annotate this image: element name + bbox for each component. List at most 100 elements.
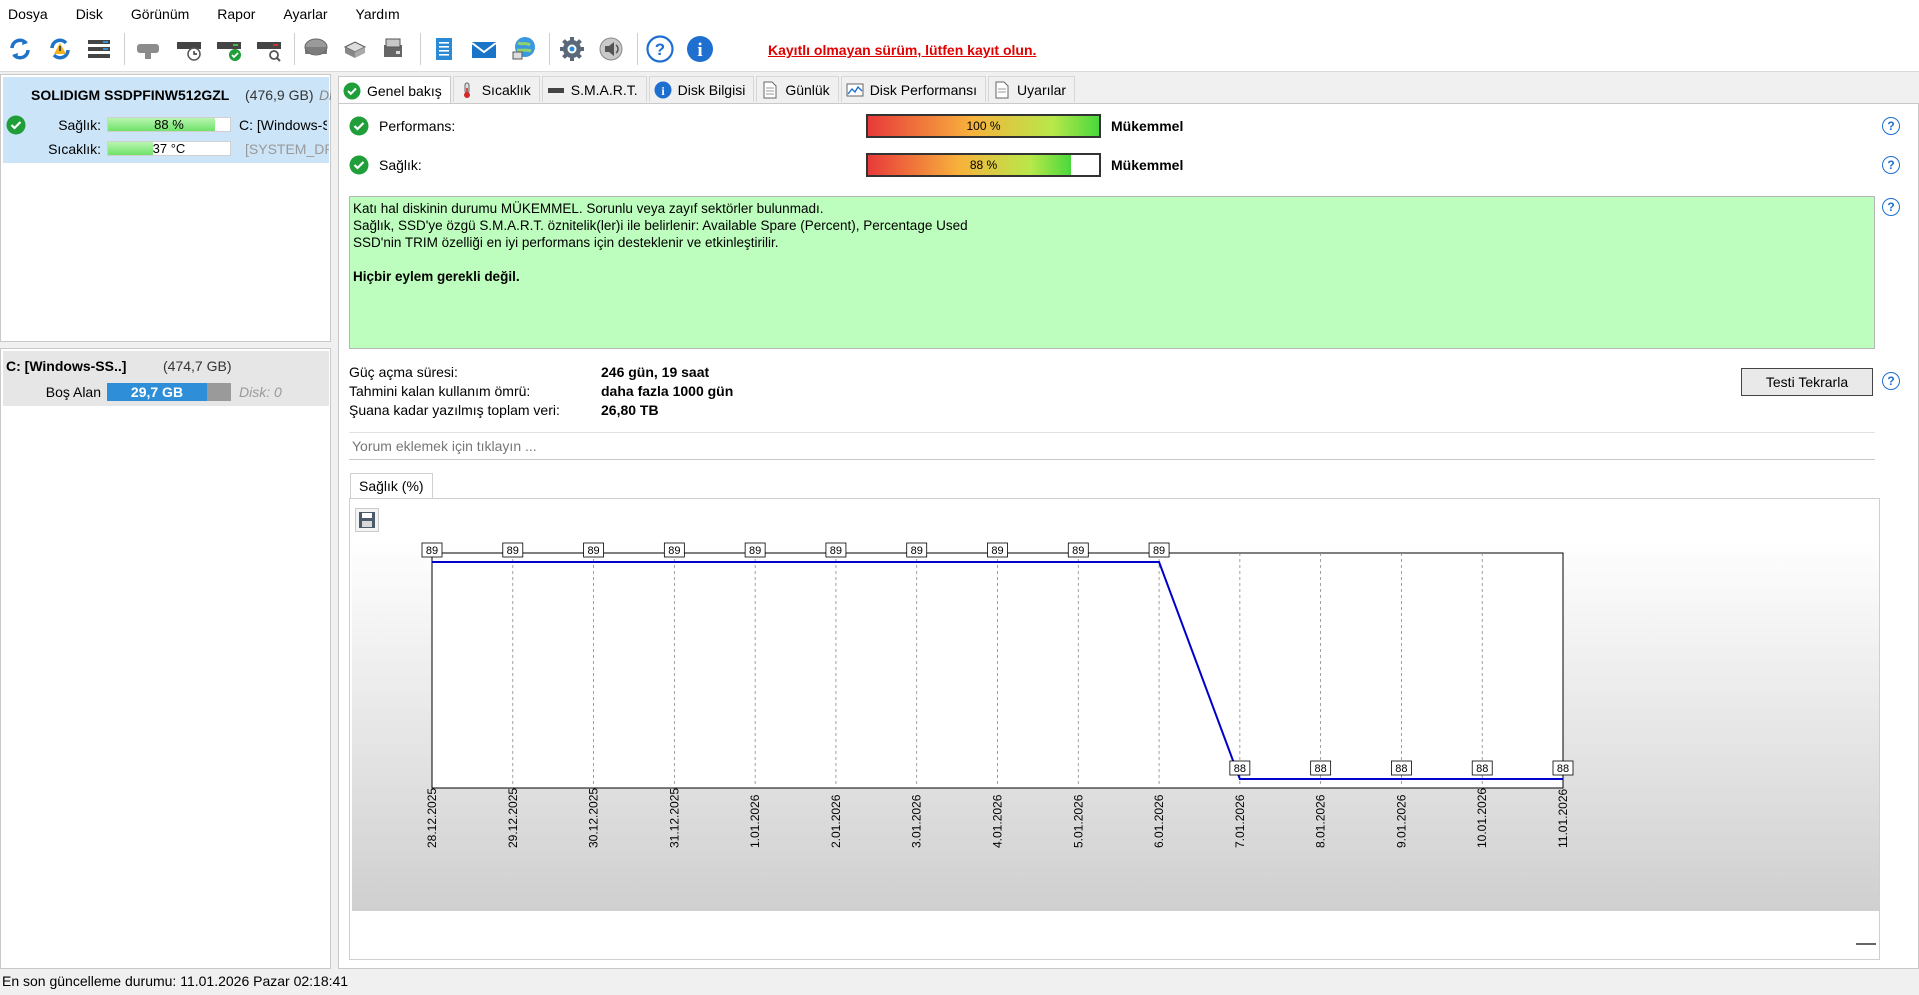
help-icon[interactable]: ?: [1882, 156, 1900, 174]
overview-panel: Performans: 100 % Mükemmel ? Sağlık: 88 …: [338, 103, 1919, 969]
data-label: 88: [1315, 763, 1327, 775]
toolbar-separator: [637, 33, 638, 65]
stats-list: Güç açma süresi: 246 gün, 19 saat Tahmin…: [349, 364, 1049, 421]
speaker-icon[interactable]: [594, 32, 628, 66]
menu-ayarlar[interactable]: Ayarlar: [283, 6, 327, 22]
chart-svg: 28.12.2025 29.12.2025 30.12.2025 31.12.2025…: [352, 539, 1879, 911]
disk-schedule-icon[interactable]: [172, 32, 206, 66]
volume-item[interactable]: C: [Windows-SS..] (474,7 GB) Boş Alan 29…: [3, 351, 329, 406]
volume-size: (474,7 GB): [163, 358, 232, 374]
data-label: 89: [426, 545, 438, 557]
info-icon: i: [654, 81, 672, 99]
action-line: Hiçbir eylem gerekli değil.: [353, 269, 520, 284]
health-value: 88 %: [969, 158, 998, 172]
volume-disk-label: Disk: 0: [239, 384, 282, 400]
tab-label: Uyarılar: [1017, 81, 1067, 98]
tab-label: S.M.A.R.T.: [570, 81, 638, 98]
tab-temperature[interactable]: Sıcaklık: [452, 76, 540, 102]
stat-value: daha fazla 1000 gün: [601, 383, 734, 399]
help-icon[interactable]: ?: [643, 32, 677, 66]
disk-temp-bar: 37 °C: [107, 141, 231, 156]
toolbar-separator: [549, 33, 550, 65]
thermometer-icon: [458, 81, 476, 99]
minimize-handle[interactable]: [1856, 943, 1876, 945]
status-bar: En son güncelleme durumu: 11.01.2026 Paz…: [0, 969, 1919, 995]
x-tick-label: 28.12.2025: [425, 788, 439, 848]
data-label: 89: [830, 545, 842, 557]
tab-log[interactable]: Günlük: [756, 76, 839, 102]
x-tick-label: 2.01.2026: [829, 794, 843, 848]
x-tick-label: 7.01.2026: [1233, 794, 1247, 848]
tab-label: Günlük: [785, 81, 830, 98]
data-label: 89: [1153, 545, 1165, 557]
x-tick-label: 9.01.2026: [1394, 794, 1408, 848]
status-message: Katı hal diskinin durumu MÜKEMMEL. Sorun…: [349, 196, 1875, 349]
stat-power-on: Güç açma süresi: 246 gün, 19 saat: [349, 364, 1049, 383]
help-icon[interactable]: ?: [1882, 117, 1900, 135]
disk-size: (476,9 GB): [245, 87, 314, 103]
info-icon[interactable]: i: [683, 32, 717, 66]
disk-tools-icon[interactable]: [377, 32, 411, 66]
disk-list-icon[interactable]: [82, 32, 116, 66]
refresh-warning-icon[interactable]: [43, 32, 77, 66]
tab-alerts[interactable]: Uyarılar: [988, 76, 1076, 102]
data-label: 88: [1557, 763, 1569, 775]
menu-rapor[interactable]: Rapor: [217, 6, 255, 22]
stat-label: Şuana kadar yazılmış toplam veri:: [349, 402, 560, 418]
volume-free-value: 29,7 GB: [130, 384, 184, 400]
alert-document-icon: [993, 81, 1011, 99]
tab-label: Disk Performansı: [869, 81, 978, 98]
status-line: SSD'nin TRIM özelliği en iyi performans …: [353, 235, 779, 250]
tab-overview[interactable]: Genel bakış: [338, 76, 451, 104]
health-chart: 28.12.2025 29.12.2025 30.12.2025 31.12.2025…: [349, 498, 1880, 960]
comment-input[interactable]: Yorum eklemek için tıklayın ...: [349, 432, 1875, 460]
menu-dosya[interactable]: Dosya: [8, 6, 48, 22]
disk-export-icon[interactable]: [338, 32, 372, 66]
menu-disk[interactable]: Disk: [76, 6, 103, 22]
data-label: 89: [587, 545, 599, 557]
register-link[interactable]: Kayıtlı olmayan sürüm, lütfen kayıt olun…: [768, 42, 1036, 58]
x-tick-label: 1.01.2026: [748, 794, 762, 848]
data-label: 89: [749, 545, 761, 557]
gear-icon[interactable]: [555, 32, 589, 66]
performance-ok-icon: [349, 116, 369, 139]
disk-name: SOLIDIGM SSDPFINW512GZL: [31, 87, 230, 103]
menu-gorunum[interactable]: Görünüm: [131, 6, 189, 22]
tab-smart[interactable]: S.M.A.R.T.: [541, 76, 647, 102]
tab-label: Genel bakış: [367, 82, 442, 99]
health-label: Sağlık:: [379, 157, 422, 173]
tab-disk-performance[interactable]: Disk Performansı: [840, 76, 987, 102]
volume-free-label: Boş Alan: [45, 384, 101, 400]
data-label: 89: [668, 545, 680, 557]
chart-tab-health[interactable]: Sağlık (%): [350, 473, 433, 499]
disk-item[interactable]: SOLIDIGM SSDPFINW512GZL (476,9 GB) Di Sa…: [3, 77, 331, 163]
tab-disk-info[interactable]: i Disk Bilgisi: [648, 76, 755, 102]
tab-bar: Genel bakış Sıcaklık S.M.A.R.T. i Disk B…: [338, 76, 1077, 104]
stat-value: 26,80 TB: [601, 402, 659, 418]
health-ok-icon: [349, 155, 369, 178]
disk-volume-2: [SYSTEM_DRV]: [245, 141, 329, 157]
stat-lifetime: Tahmini kalan kullanım ömrü: daha fazla …: [349, 383, 1049, 402]
tab-label: Sıcaklık: [481, 81, 531, 98]
data-label: 89: [1072, 545, 1084, 557]
disk-search-icon[interactable]: [252, 32, 286, 66]
x-tick-label: 6.01.2026: [1152, 794, 1166, 848]
stat-written: Şuana kadar yazılmış toplam veri: 26,80 …: [349, 402, 1049, 421]
performance-bar: 100 %: [866, 114, 1101, 138]
help-icon[interactable]: ?: [1882, 198, 1900, 216]
data-label: 88: [1395, 763, 1407, 775]
mail-icon[interactable]: [467, 32, 501, 66]
notes-icon[interactable]: [427, 32, 461, 66]
disk-volume-1: C: [Windows-SS..]: [239, 117, 327, 133]
disk-extra: Di: [319, 87, 331, 103]
menu-yardim[interactable]: Yardım: [356, 6, 400, 22]
retest-button[interactable]: Testi Tekrarla: [1741, 368, 1873, 396]
disk-ok-icon[interactable]: [212, 32, 246, 66]
hdd-icon[interactable]: [299, 32, 333, 66]
x-tick-label: 31.12.2025: [667, 788, 681, 848]
network-icon[interactable]: [507, 32, 541, 66]
disk-grey-icon[interactable]: [131, 32, 165, 66]
help-icon[interactable]: ?: [1882, 372, 1900, 390]
refresh-icon[interactable]: [3, 32, 37, 66]
toolbar-separator: [420, 33, 421, 65]
